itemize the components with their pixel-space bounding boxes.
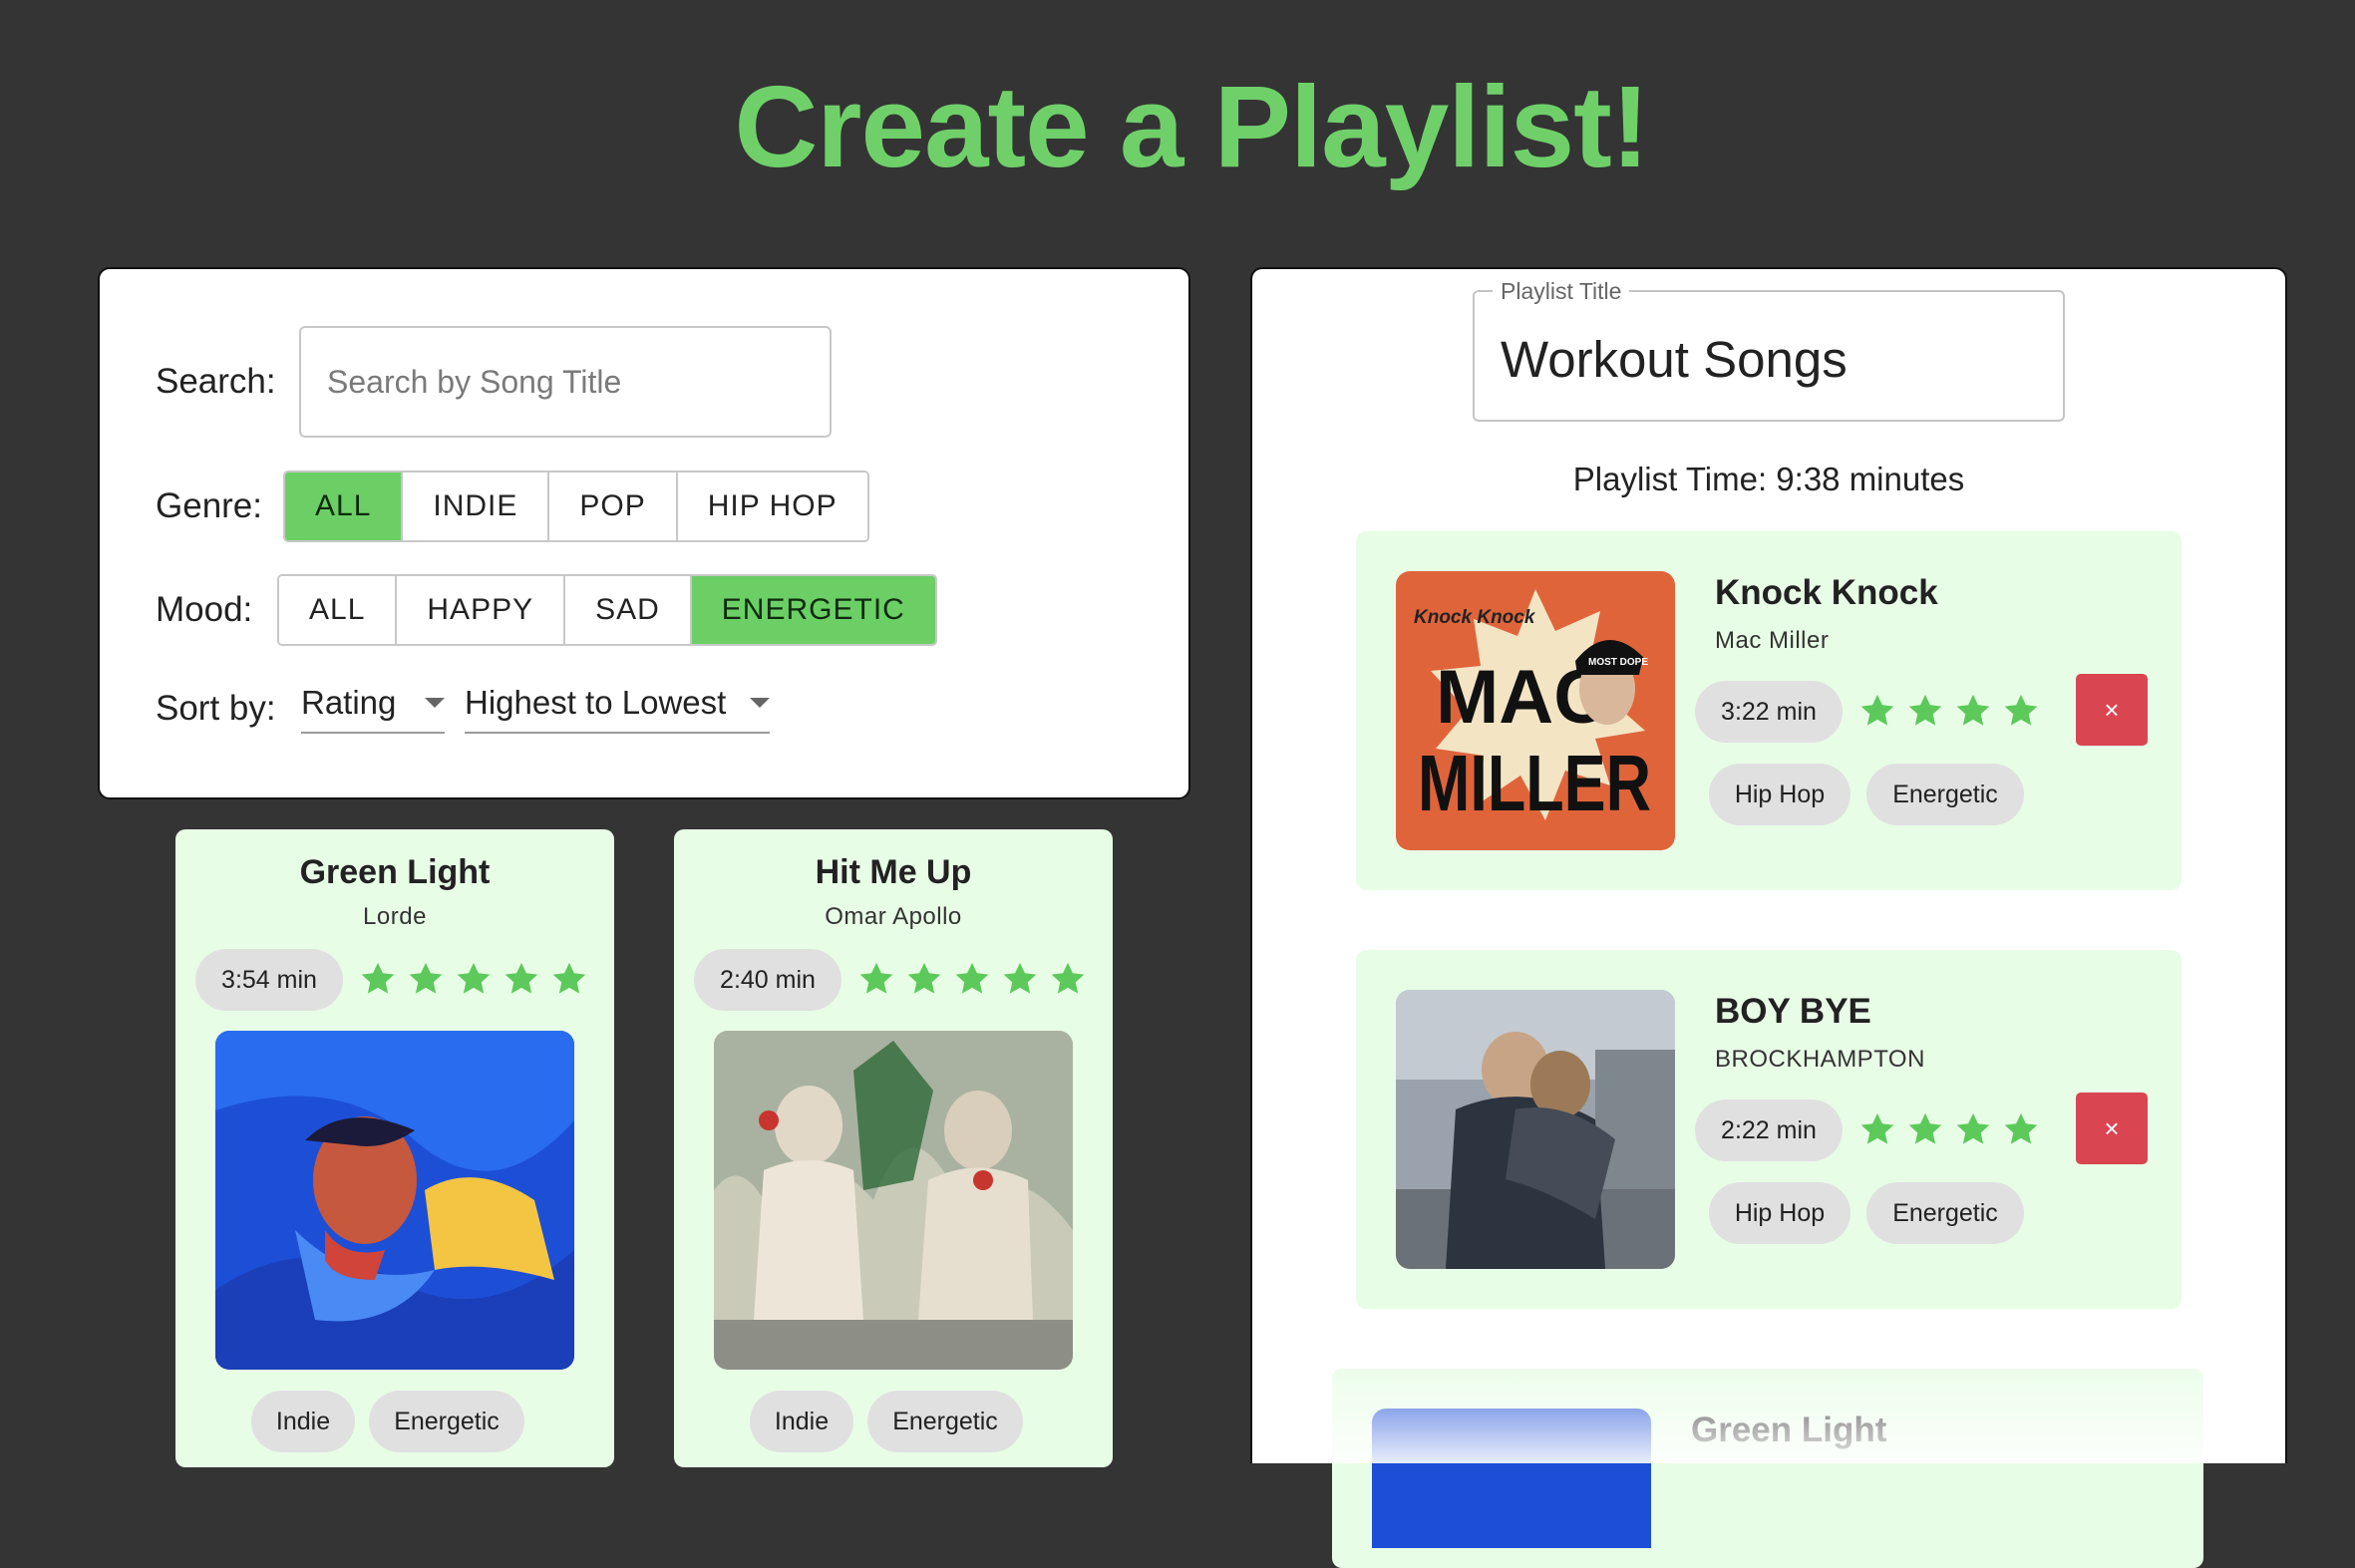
song-artist: Omar Apollo <box>825 903 962 930</box>
star-icon <box>2002 1110 2040 1148</box>
song-title: Knock Knock <box>1715 573 1938 612</box>
star-icon <box>1858 1110 1896 1148</box>
star-icon <box>503 960 540 998</box>
playlist-item: Green Light <box>1332 1369 2203 1568</box>
album-art <box>714 1031 1073 1370</box>
search-label: Search: <box>156 362 276 401</box>
sort-field-select[interactable]: Rating <box>301 674 445 734</box>
duration-badge: 3:22 min <box>1695 681 1843 743</box>
tag-badge: Indie <box>750 1391 853 1452</box>
tag-badge: Hip Hop <box>1709 1182 1850 1244</box>
rating-stars <box>359 960 588 998</box>
playlist-time: Playlist Time: 9:38 minutes <box>1572 461 1965 497</box>
art-text: MILLER <box>1418 739 1651 827</box>
genre-indie-button[interactable]: INDIE <box>403 472 550 540</box>
song-card[interactable]: Green Light Lorde 3:54 min Indie Energet… <box>175 829 614 1467</box>
song-title: BOY BYE <box>1715 992 1871 1031</box>
star-icon <box>2002 692 2040 730</box>
mood-sad-button[interactable]: SAD <box>565 576 692 644</box>
playlist-title-field[interactable]: Playlist Title Workout Songs <box>1473 278 2065 422</box>
star-icon <box>905 960 943 998</box>
mood-label: Mood: <box>156 590 253 629</box>
star-icon <box>455 960 493 998</box>
tag-badge: Energetic <box>1866 1182 2024 1244</box>
rating-stars <box>1858 1110 2040 1148</box>
duration-badge: 2:22 min <box>1695 1099 1843 1161</box>
star-icon <box>857 960 895 998</box>
chevron-down-icon <box>425 698 445 708</box>
album-art <box>1372 1409 1651 1548</box>
star-icon <box>953 960 991 998</box>
remove-button[interactable]: × <box>2076 674 2148 746</box>
star-icon <box>1954 1110 1992 1148</box>
mood-all-button[interactable]: ALL <box>279 576 398 644</box>
chevron-down-icon <box>750 698 770 708</box>
duration-badge: 2:40 min <box>694 949 841 1011</box>
mood-happy-button[interactable]: HAPPY <box>397 576 566 644</box>
genre-label: Genre: <box>156 486 262 525</box>
sort-order-select[interactable]: Highest to Lowest <box>465 674 770 734</box>
playlist-title-input[interactable]: Workout Songs <box>1501 330 1848 389</box>
tag-badge: Indie <box>251 1391 355 1452</box>
playlist-panel: Playlist Title Workout Songs Playlist Ti… <box>1250 267 2287 1568</box>
song-card[interactable]: Hit Me Up Omar Apollo 2:40 min Indie Ene… <box>674 829 1113 1467</box>
song-artist: BROCKHAMPTON <box>1715 1046 1925 1073</box>
playlist-title-label: Playlist Title <box>1493 278 1630 305</box>
song-title: Green Light <box>1691 1411 1887 1449</box>
album-art <box>1396 990 1675 1269</box>
playlist-item: BOY BYE BROCKHAMPTON 2:22 min × Hip Hop … <box>1356 950 2182 1309</box>
playlist-item: Knock Knock MAC MILLER MOST DOPE Knock K… <box>1356 531 2182 890</box>
star-icon <box>1001 960 1039 998</box>
art-text: MOST DOPE <box>1588 657 1648 668</box>
star-icon <box>1906 692 1944 730</box>
tag-badge: Energetic <box>1866 764 2024 825</box>
genre-pop-button[interactable]: POP <box>549 472 678 540</box>
album-art <box>215 1031 574 1370</box>
sort-order-value: Highest to Lowest <box>465 684 727 721</box>
genre-hiphop-button[interactable]: HIP HOP <box>677 472 867 540</box>
star-icon <box>1858 692 1896 730</box>
star-icon <box>1049 960 1087 998</box>
album-art: Knock Knock MAC MILLER MOST DOPE <box>1396 571 1675 850</box>
star-icon <box>359 960 397 998</box>
art-text: Knock Knock <box>1414 607 1536 628</box>
genre-all-button[interactable]: ALL <box>285 472 404 540</box>
star-icon <box>1906 1110 1944 1148</box>
song-artist: Lorde <box>363 903 427 930</box>
star-icon <box>407 960 445 998</box>
song-title: Hit Me Up <box>815 853 972 891</box>
tag-badge: Energetic <box>369 1391 524 1452</box>
duration-badge: 3:54 min <box>195 949 343 1011</box>
star-icon <box>1954 692 1992 730</box>
page-title: Create a Playlist! <box>734 62 1650 191</box>
song-title: Green Light <box>299 853 491 891</box>
mood-filter-group: ALL HAPPY SAD ENERGETIC <box>277 574 937 646</box>
star-icon <box>550 960 588 998</box>
genre-filter-group: ALL INDIE POP HIP HOP <box>283 470 869 542</box>
sort-label: Sort by: <box>156 689 276 728</box>
filter-panel: Search: Genre: ALL INDIE POP HIP HOP Moo… <box>98 267 1190 799</box>
sort-field-value: Rating <box>301 684 397 721</box>
mood-energetic-button[interactable]: ENERGETIC <box>691 576 935 644</box>
tag-badge: Hip Hop <box>1709 764 1850 825</box>
search-input[interactable] <box>299 326 832 438</box>
remove-button[interactable]: × <box>2076 1093 2148 1164</box>
song-artist: Mac Miller <box>1715 627 1830 654</box>
rating-stars <box>857 960 1087 998</box>
tag-badge: Energetic <box>867 1391 1023 1452</box>
rating-stars <box>1858 692 2040 730</box>
